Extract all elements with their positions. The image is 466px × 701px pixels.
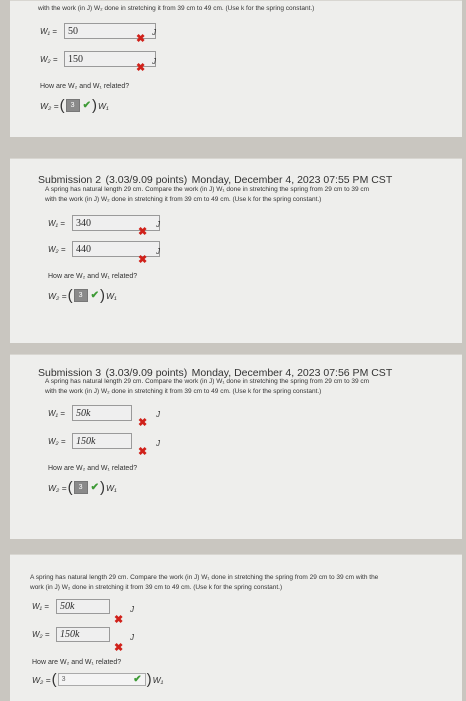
- check-mark-icon: ✔: [133, 674, 142, 685]
- w1-unit: J: [156, 220, 160, 229]
- submission-3-panel: Submission 3 (3.03/9.09 points) Monday, …: [10, 354, 462, 539]
- w1-row: W₁ = 50k: [32, 599, 110, 614]
- problem-line-2: with the work (in J) W₂ done in stretchi…: [45, 388, 322, 395]
- relation-left: W₂ =: [48, 482, 67, 493]
- w2-row: W₂ = 150k: [48, 433, 132, 449]
- relation-question: How are W₂ and W₁ related?: [32, 659, 122, 666]
- close-paren: ): [99, 287, 105, 304]
- w2-label: W₂ =: [48, 436, 66, 446]
- w1-unit: J: [156, 410, 160, 419]
- relation-select[interactable]: 3 ✔: [57, 673, 146, 686]
- problem-line-1: A spring has natural length 29 cm. Compa…: [45, 186, 370, 193]
- close-paren: ): [146, 671, 152, 688]
- relation-left: W₂ =: [40, 100, 59, 111]
- relation-select[interactable]: 3: [73, 289, 88, 302]
- w2-input[interactable]: 150k: [72, 433, 132, 449]
- relation-right: W₁: [97, 100, 109, 111]
- relation-left: W₂ =: [32, 674, 51, 685]
- w1-label: W₁ =: [32, 602, 49, 611]
- submission-2-panel: Submission 2 (3.03/9.09 points) Monday, …: [10, 158, 462, 343]
- relation-row: W₂ = ( 3 ✔ ) W₁: [32, 671, 163, 688]
- check-mark-icon: ✔: [90, 290, 99, 301]
- submission-1-panel: with the work (in J) W₂ done in stretchi…: [10, 0, 462, 137]
- relation-right: W₁: [105, 482, 117, 493]
- relation-question: How are W₂ and W₁ related?: [40, 83, 130, 90]
- relation-left: W₂ =: [48, 290, 67, 301]
- close-paren: ): [99, 479, 105, 496]
- w2-label: W₂ =: [48, 244, 66, 254]
- x-mark-icon: ✖: [136, 62, 146, 74]
- w2-input[interactable]: 150k: [56, 627, 110, 642]
- relation-select-value: 3: [61, 676, 66, 683]
- x-mark-icon: ✖: [136, 33, 146, 45]
- w1-input[interactable]: 50k: [72, 405, 132, 421]
- problem-line-1: A spring has natural length 29 cm. Compa…: [30, 574, 379, 581]
- w1-label: W₁ =: [48, 218, 65, 228]
- relation-row: W₂ = ( 3 ✔ ) W₁: [48, 287, 117, 304]
- open-paren: (: [59, 97, 65, 114]
- w2-unit: J: [156, 247, 160, 256]
- w1-unit: J: [152, 28, 156, 37]
- check-mark-icon: ✔: [82, 100, 91, 111]
- x-mark-icon: ✖: [114, 614, 124, 626]
- open-paren: (: [67, 287, 73, 304]
- w2-unit: J: [152, 57, 156, 66]
- w1-label: W₁ =: [48, 408, 65, 418]
- problem-line-2: with the work (in J) W₂ done in stretchi…: [45, 196, 322, 203]
- x-mark-icon: ✖: [138, 254, 148, 266]
- current-attempt-panel: A spring has natural length 29 cm. Compa…: [10, 554, 462, 701]
- problem-line-2: work (in J) W₂ done in stretching it fro…: [30, 584, 283, 591]
- w1-unit: J: [130, 605, 134, 614]
- relation-right: W₁: [105, 290, 117, 301]
- w1-input[interactable]: 50k: [56, 599, 110, 614]
- w2-unit: J: [130, 633, 134, 642]
- w2-unit: J: [156, 439, 160, 448]
- relation-row: W₂ = ( 3 ✔ ) W₁: [40, 97, 109, 114]
- w1-row: W₁ = 50k: [48, 405, 132, 421]
- problem-text: with the work (in J) W₂ done in stretchi…: [38, 5, 315, 12]
- x-mark-icon: ✖: [138, 226, 148, 238]
- relation-question: How are W₂ and W₁ related?: [48, 273, 138, 280]
- w2-label: W₂ =: [40, 54, 58, 64]
- x-mark-icon: ✖: [138, 446, 148, 458]
- relation-question: How are W₂ and W₁ related?: [48, 465, 138, 472]
- relation-select[interactable]: 3: [73, 481, 88, 494]
- w2-label: W₂ =: [32, 630, 50, 639]
- w2-row: W₂ = 150k: [32, 627, 110, 642]
- x-mark-icon: ✖: [138, 417, 148, 429]
- open-paren: (: [51, 671, 57, 688]
- problem-line-1: A spring has natural length 29 cm. Compa…: [45, 378, 370, 385]
- w1-label: W₁ =: [40, 26, 57, 36]
- relation-select[interactable]: 3: [65, 99, 80, 112]
- x-mark-icon: ✖: [114, 642, 124, 654]
- relation-row: W₂ = ( 3 ✔ ) W₁: [48, 479, 117, 496]
- open-paren: (: [67, 479, 73, 496]
- relation-right: W₁: [152, 674, 164, 685]
- close-paren: ): [91, 97, 97, 114]
- check-mark-icon: ✔: [90, 482, 99, 493]
